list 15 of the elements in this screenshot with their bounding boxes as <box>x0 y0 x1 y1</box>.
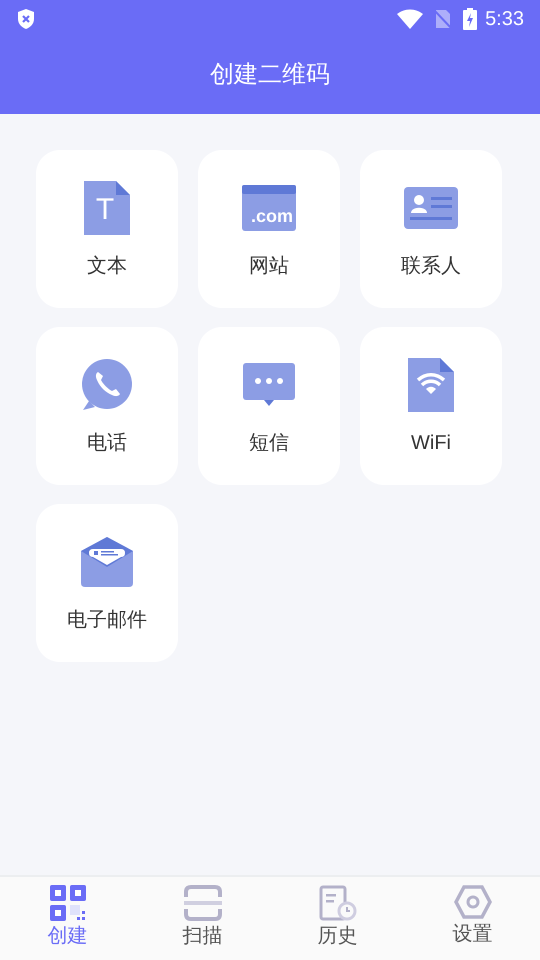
nav-tab[interactable]: 扫描 <box>135 877 270 960</box>
nav-tab[interactable]: 历史 <box>270 877 405 960</box>
document-icon: T <box>84 181 130 235</box>
option-card[interactable]: 电话 <box>36 327 178 485</box>
clock-time: 5:33 <box>485 7 524 32</box>
browser-window-icon: .com <box>242 185 296 231</box>
option-card[interactable]: T 文本 <box>36 150 178 308</box>
option-card[interactable]: 联系人 <box>360 150 502 308</box>
nav-tab[interactable]: 创建 <box>0 877 135 960</box>
option-card[interactable]: .com 网站 <box>198 150 340 308</box>
nav-tab[interactable]: 设置 <box>405 877 540 960</box>
option-card[interactable]: 电子邮件 <box>36 504 178 662</box>
page-title: 创建二维码 <box>210 60 330 90</box>
option-card[interactable]: 短信 <box>198 327 340 485</box>
option-card[interactable]: WiFi <box>360 327 502 485</box>
